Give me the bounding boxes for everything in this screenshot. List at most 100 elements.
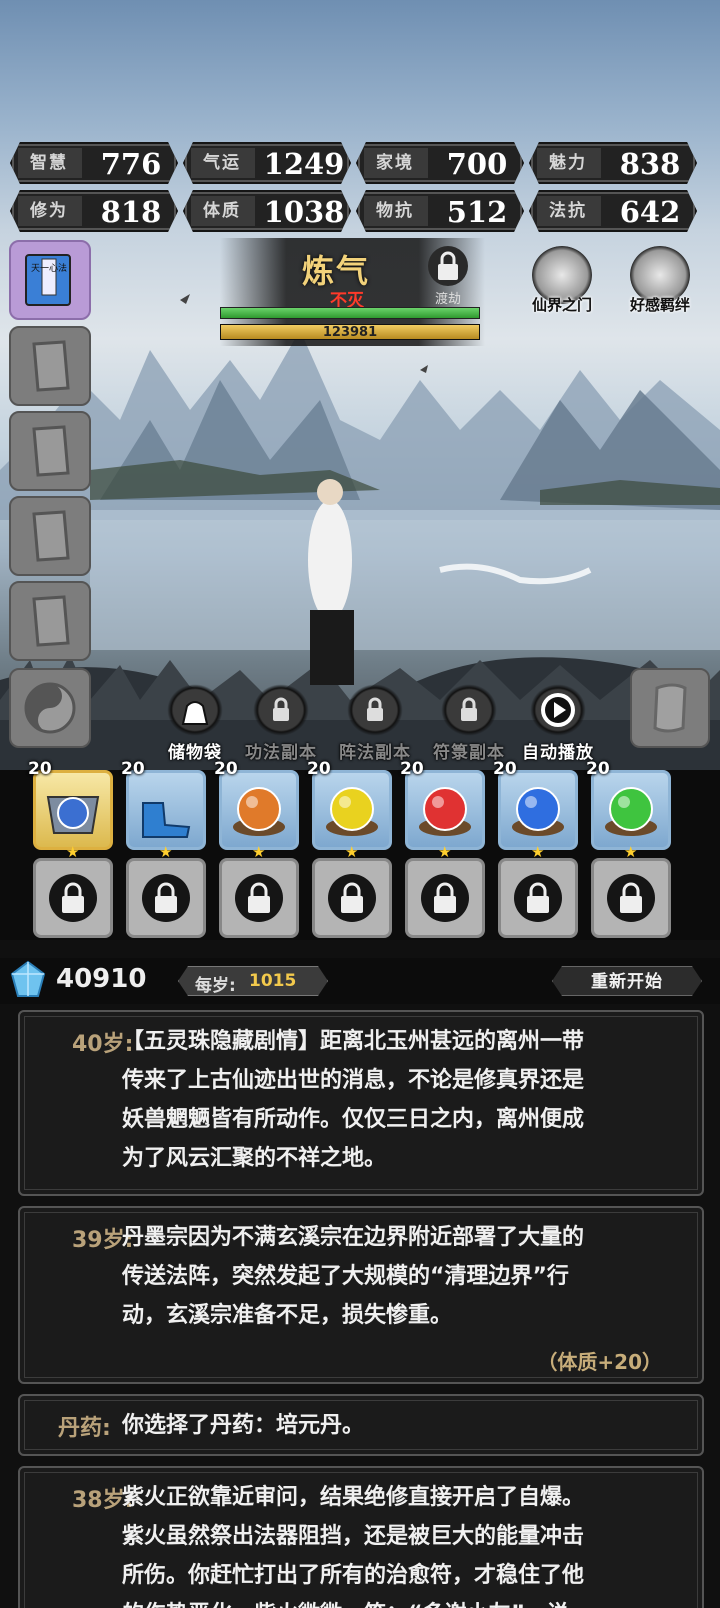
equipment-slot-boots[interactable]: 20 ★ bbox=[121, 759, 206, 861]
scroll-button[interactable] bbox=[630, 668, 710, 748]
stat-value: 700 bbox=[446, 147, 508, 181]
sidebar-book-slot[interactable] bbox=[9, 411, 91, 491]
slot-level: 20 bbox=[214, 759, 238, 779]
immortal-gate-button[interactable]: 仙界之门 bbox=[522, 246, 602, 320]
spirit-stone-icon bbox=[10, 960, 46, 997]
restart-button[interactable]: 重新开始 bbox=[552, 966, 702, 996]
locked-slot[interactable] bbox=[219, 858, 299, 938]
log-line: 紫火虽然祭出法器阻挡，还是被巨大的能量冲击 bbox=[122, 1524, 585, 1549]
per-year-income: 每岁: 1015 bbox=[178, 966, 328, 996]
scroll-icon bbox=[653, 683, 687, 733]
slot-level: 20 bbox=[493, 759, 517, 779]
game-scene bbox=[0, 0, 720, 770]
action-3-button[interactable]: 符箓副本 bbox=[421, 684, 517, 763]
action-4-button[interactable]: 自动播放 bbox=[510, 684, 606, 763]
slot-level: 20 bbox=[28, 759, 52, 779]
equipment-slot-armor[interactable]: 20 ★ bbox=[28, 759, 113, 861]
action-2-button[interactable]: 阵法副本 bbox=[327, 684, 423, 763]
spirit-orb-icon bbox=[512, 787, 564, 836]
sidebar-book-slot[interactable] bbox=[9, 496, 91, 576]
stat-box: 魅力 838 bbox=[529, 142, 697, 184]
equipment-slot-orb[interactable]: 20 ★ bbox=[400, 759, 485, 861]
lock-icon bbox=[514, 874, 562, 922]
boots-icon bbox=[142, 802, 191, 838]
tribulation-button[interactable]: 渡劫 bbox=[423, 244, 473, 310]
immortal-gate-label: 仙界之门 bbox=[531, 296, 592, 314]
locked-slot[interactable] bbox=[498, 858, 578, 938]
lock-icon bbox=[421, 874, 469, 922]
equipment-slot-orb[interactable]: 20 ★ bbox=[586, 759, 671, 861]
tribulation-label: 渡劫 bbox=[434, 292, 461, 307]
log-line: 所伤。你赶忙打出了所有的治愈符，才稳住了他 bbox=[122, 1563, 585, 1588]
sidebar-book-slot[interactable] bbox=[9, 581, 91, 661]
stat-box: 物抗 512 bbox=[356, 190, 524, 232]
yin-yang-icon bbox=[24, 682, 76, 734]
equipment-slot-orb[interactable]: 20 ★ bbox=[493, 759, 578, 861]
stat-value: 776 bbox=[100, 147, 162, 181]
stat-label: 智慧 bbox=[18, 148, 82, 178]
log-line: 妖兽魍魉皆有所动作。仅仅三日之内，离州便成 bbox=[122, 1107, 585, 1132]
realm-panel: 炼气 不灭 渡劫 123981 bbox=[220, 238, 485, 346]
log-bonus: （体质+20） bbox=[537, 1350, 662, 1374]
slot-level: 20 bbox=[400, 759, 424, 779]
log-line: 紫火正欲靠近审问，结果绝修直接开启了自爆。 bbox=[122, 1485, 585, 1510]
lock-icon bbox=[253, 684, 309, 736]
stat-box: 体质 1038 bbox=[183, 190, 351, 232]
lock-icon bbox=[49, 874, 97, 922]
stat-value: 512 bbox=[446, 195, 508, 229]
book-outline-icon bbox=[32, 425, 70, 477]
lock-icon bbox=[347, 684, 403, 736]
per-year-value: 1015 bbox=[249, 971, 297, 991]
stat-label: 法抗 bbox=[537, 196, 601, 226]
stat-label: 物抗 bbox=[364, 196, 428, 226]
locked-slot[interactable] bbox=[33, 858, 113, 938]
locked-slot[interactable] bbox=[405, 858, 485, 938]
slot-level: 20 bbox=[307, 759, 331, 779]
book-label: 天一心法 bbox=[31, 262, 67, 274]
log-line: 传来了上古仙迹出世的消息，不论是修真界还是 bbox=[122, 1068, 585, 1093]
spirit-stone-count: 40910 bbox=[56, 964, 147, 994]
yin-yang-button[interactable] bbox=[9, 668, 91, 748]
locked-slot[interactable] bbox=[312, 858, 392, 938]
book-outline-icon bbox=[32, 510, 70, 562]
bag-icon bbox=[167, 684, 223, 736]
log-entry: 38岁: 紫火正欲靠近审问，结果绝修直接开启了自爆。 紫火虽然祭出法器阻挡，还是被巨… bbox=[18, 1466, 704, 1608]
book-outline-icon bbox=[32, 340, 70, 392]
per-year-label: 每岁: bbox=[195, 976, 236, 996]
stat-label: 家境 bbox=[364, 148, 428, 178]
lock-icon bbox=[142, 874, 190, 922]
action-1-button[interactable]: 功法副本 bbox=[233, 684, 329, 763]
slot-level: 20 bbox=[121, 759, 145, 779]
play-icon bbox=[530, 684, 586, 736]
affinity-label: 好感羁绊 bbox=[629, 296, 690, 314]
locked-slot[interactable] bbox=[126, 858, 206, 938]
equipment-grid: 20 ★ 20 ★ 20 ★ 20 ★ 20 ★ 20 ★ 20 ★ bbox=[0, 759, 720, 940]
book-icon: 天一心法 bbox=[25, 254, 71, 306]
sidebar-book-slot[interactable] bbox=[9, 326, 91, 406]
equipment-slot-orb[interactable]: 20 ★ bbox=[307, 759, 392, 861]
sidebar-book-active[interactable]: 天一心法 bbox=[9, 240, 91, 320]
cultivation-progress-fill bbox=[221, 308, 479, 318]
log-line: 动，玄溪宗准备不足，损失惨重。 bbox=[122, 1303, 453, 1328]
stat-box: 法抗 642 bbox=[529, 190, 697, 232]
stat-value: 642 bbox=[619, 195, 681, 229]
log-entry: 39岁: 丹墨宗因为不满玄溪宗在边界附近部署了大量的 传送法阵，突然发起了大规模的“… bbox=[18, 1206, 704, 1384]
stat-box: 智慧 776 bbox=[10, 142, 178, 184]
stat-box: 气运 1249 bbox=[183, 142, 351, 184]
log-line: 丹墨宗因为不满玄溪宗在边界附近部署了大量的 bbox=[122, 1225, 585, 1250]
stat-label: 体质 bbox=[191, 196, 255, 226]
stat-value: 1038 bbox=[263, 195, 345, 229]
log-line: 传送法阵，突然发起了大规模的“清理边界”行 bbox=[122, 1264, 569, 1289]
stat-value: 818 bbox=[100, 195, 162, 229]
book-outline-icon bbox=[32, 595, 70, 647]
equipment-slot-orb[interactable]: 20 ★ bbox=[214, 759, 299, 861]
lock-icon bbox=[235, 874, 283, 922]
action-0-button[interactable]: 储物袋 bbox=[147, 684, 243, 763]
stat-value: 838 bbox=[619, 147, 681, 181]
spirit-orb-icon bbox=[233, 787, 285, 836]
affinity-button[interactable]: 好感羁绊 bbox=[620, 246, 700, 320]
locked-slot[interactable] bbox=[591, 858, 671, 938]
lock-icon bbox=[607, 874, 655, 922]
log-line: 的伤势恶化。紫火微微一笑：“多谢小友”，说 bbox=[122, 1595, 678, 1608]
spirit-orb-icon bbox=[326, 787, 378, 836]
